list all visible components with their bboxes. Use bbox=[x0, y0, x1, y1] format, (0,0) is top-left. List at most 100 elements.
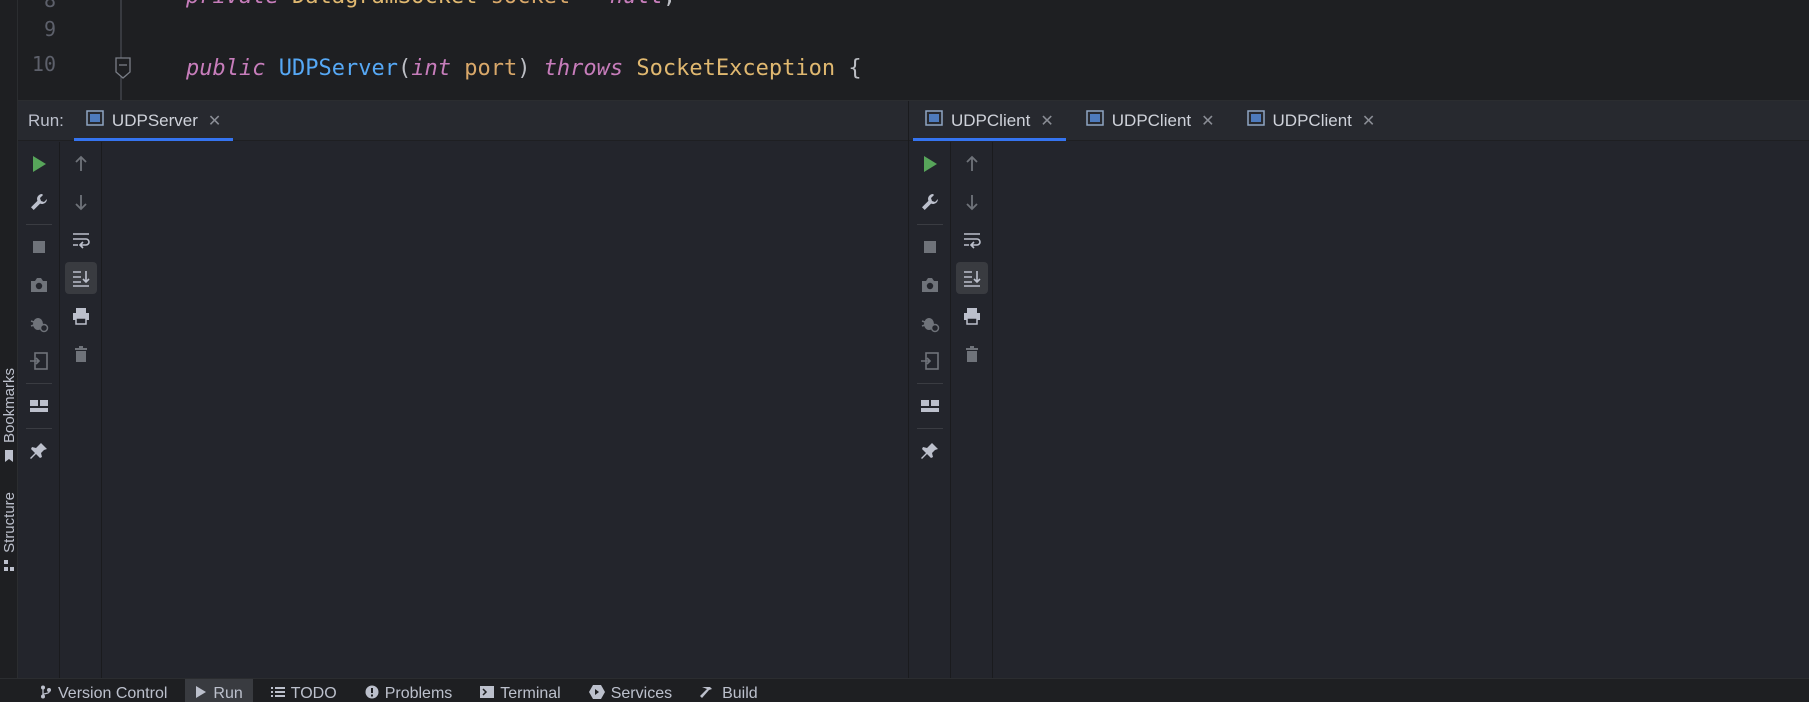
debug-bug-icon[interactable] bbox=[23, 307, 55, 339]
run-tab-udpclient-3[interactable]: UDPClient ✕ bbox=[1235, 101, 1388, 141]
scroll-up-icon[interactable] bbox=[956, 148, 988, 180]
code-line: public UDPServer(int port) throws Socket… bbox=[186, 56, 862, 81]
code-token: port bbox=[464, 56, 518, 81]
problems-tab[interactable]: Problems bbox=[355, 679, 463, 702]
run-toolbar bbox=[18, 142, 60, 679]
code-token: UDPServer bbox=[278, 56, 398, 81]
exit-icon[interactable] bbox=[23, 345, 55, 377]
tab-label: Build bbox=[722, 685, 758, 702]
run-toolbar bbox=[909, 142, 951, 679]
version-control-tab[interactable]: Version Control bbox=[30, 679, 177, 702]
tab-label: Version Control bbox=[58, 685, 168, 702]
console-window-icon bbox=[925, 110, 943, 131]
code-token: SocketException bbox=[636, 56, 836, 81]
scroll-to-end-icon[interactable] bbox=[64, 262, 97, 294]
scroll-to-end-icon[interactable] bbox=[955, 262, 988, 294]
tab-label: Run bbox=[213, 685, 243, 702]
services-tab[interactable]: Services bbox=[579, 679, 682, 702]
run-console-left bbox=[18, 142, 908, 679]
run-tab[interactable]: Run bbox=[185, 679, 253, 702]
debug-bug-icon[interactable] bbox=[914, 307, 946, 339]
terminal-tab[interactable]: Terminal bbox=[470, 679, 570, 702]
pin-icon[interactable] bbox=[914, 435, 946, 467]
close-icon[interactable]: ✕ bbox=[1040, 111, 1053, 131]
close-icon[interactable]: ✕ bbox=[1201, 111, 1214, 131]
layout-icon[interactable] bbox=[23, 390, 55, 422]
run-tab-label: UDPClient bbox=[951, 110, 1031, 130]
run-tab-udpserver[interactable]: UDPServer ✕ bbox=[73, 101, 234, 141]
scroll-down-icon[interactable] bbox=[956, 186, 988, 218]
print-icon[interactable] bbox=[956, 300, 988, 332]
soft-wrap-icon[interactable] bbox=[956, 224, 988, 256]
print-icon[interactable] bbox=[65, 300, 97, 332]
branch-icon bbox=[40, 685, 52, 702]
clear-trash-icon[interactable] bbox=[65, 338, 97, 370]
run-tab-label: UDPServer bbox=[111, 110, 198, 130]
fold-collapse-icon[interactable] bbox=[114, 56, 132, 84]
tab-label: Problems bbox=[384, 685, 453, 702]
run-play-icon bbox=[195, 685, 207, 702]
line-number: 9 bbox=[43, 17, 56, 41]
code-editor[interactable]: 8 9 10 private DatagramSocket socket = n… bbox=[18, 0, 1809, 100]
console-toolbar bbox=[60, 142, 102, 679]
console-toolbar bbox=[951, 142, 993, 679]
code-token: = bbox=[570, 0, 610, 9]
build-tab[interactable]: Build bbox=[690, 679, 768, 702]
run-tab-udpclient-2[interactable]: UDPClient ✕ bbox=[1074, 101, 1227, 141]
stop-icon[interactable] bbox=[914, 231, 946, 263]
run-tab-label: UDPClient bbox=[1111, 110, 1192, 130]
line-number: 10 bbox=[31, 52, 56, 76]
close-icon[interactable]: ✕ bbox=[1362, 111, 1375, 131]
hammer-icon bbox=[700, 685, 716, 702]
console-output[interactable] bbox=[993, 142, 1809, 679]
scroll-down-icon[interactable] bbox=[65, 186, 97, 218]
bookmark-icon bbox=[4, 447, 14, 466]
todo-tab[interactable]: TODO bbox=[261, 679, 347, 702]
line-number: 8 bbox=[43, 0, 56, 12]
structure-icon bbox=[4, 557, 14, 576]
soft-wrap-icon[interactable] bbox=[65, 224, 97, 256]
settings-wrench-icon[interactable] bbox=[23, 186, 55, 218]
fold-guide-line bbox=[114, 0, 128, 100]
clear-trash-icon[interactable] bbox=[956, 338, 988, 370]
alert-icon bbox=[365, 685, 379, 702]
run-tabbar-right: UDPClient ✕ UDPClient ✕ UDPClient ✕ bbox=[909, 101, 1809, 141]
scroll-up-icon[interactable] bbox=[65, 148, 97, 180]
code-token: ( bbox=[397, 56, 412, 81]
settings-wrench-icon[interactable] bbox=[914, 186, 946, 218]
terminal-icon bbox=[480, 685, 495, 702]
pin-icon[interactable] bbox=[23, 435, 55, 467]
layout-icon[interactable] bbox=[914, 390, 946, 422]
left-tool-strip: Bookmarks Structure bbox=[0, 0, 18, 678]
code-token: DatagramSocket bbox=[292, 0, 477, 9]
run-tab-udpclient-1[interactable]: UDPClient ✕ bbox=[913, 101, 1066, 141]
rerun-icon[interactable] bbox=[23, 148, 55, 180]
structure-tool-tab[interactable]: Structure bbox=[0, 492, 18, 576]
bookmarks-tool-tab[interactable]: Bookmarks bbox=[0, 368, 18, 466]
stop-icon[interactable] bbox=[23, 231, 55, 263]
run-tabbar-left: Run: UDPServer ✕ bbox=[18, 101, 908, 141]
code-token: ) bbox=[517, 56, 544, 81]
code-token: ; bbox=[663, 0, 676, 9]
run-label: Run: bbox=[28, 110, 64, 130]
list-icon bbox=[270, 685, 285, 702]
console-output[interactable] bbox=[102, 142, 908, 679]
code-token: private bbox=[186, 0, 279, 9]
code-token: { bbox=[835, 56, 862, 81]
exit-icon[interactable] bbox=[914, 345, 946, 377]
code-token: int bbox=[411, 56, 451, 81]
tab-label: Services bbox=[610, 685, 673, 702]
editor-gutter: 8 9 10 bbox=[18, 0, 106, 100]
code-line: private DatagramSocket socket = null; bbox=[186, 0, 676, 9]
close-icon[interactable]: ✕ bbox=[208, 111, 221, 131]
console-window-icon bbox=[1086, 110, 1104, 131]
screenshot-camera-icon[interactable] bbox=[23, 269, 55, 301]
rerun-icon[interactable] bbox=[914, 148, 946, 180]
screenshot-camera-icon[interactable] bbox=[914, 269, 946, 301]
code-token: socket bbox=[491, 0, 570, 9]
